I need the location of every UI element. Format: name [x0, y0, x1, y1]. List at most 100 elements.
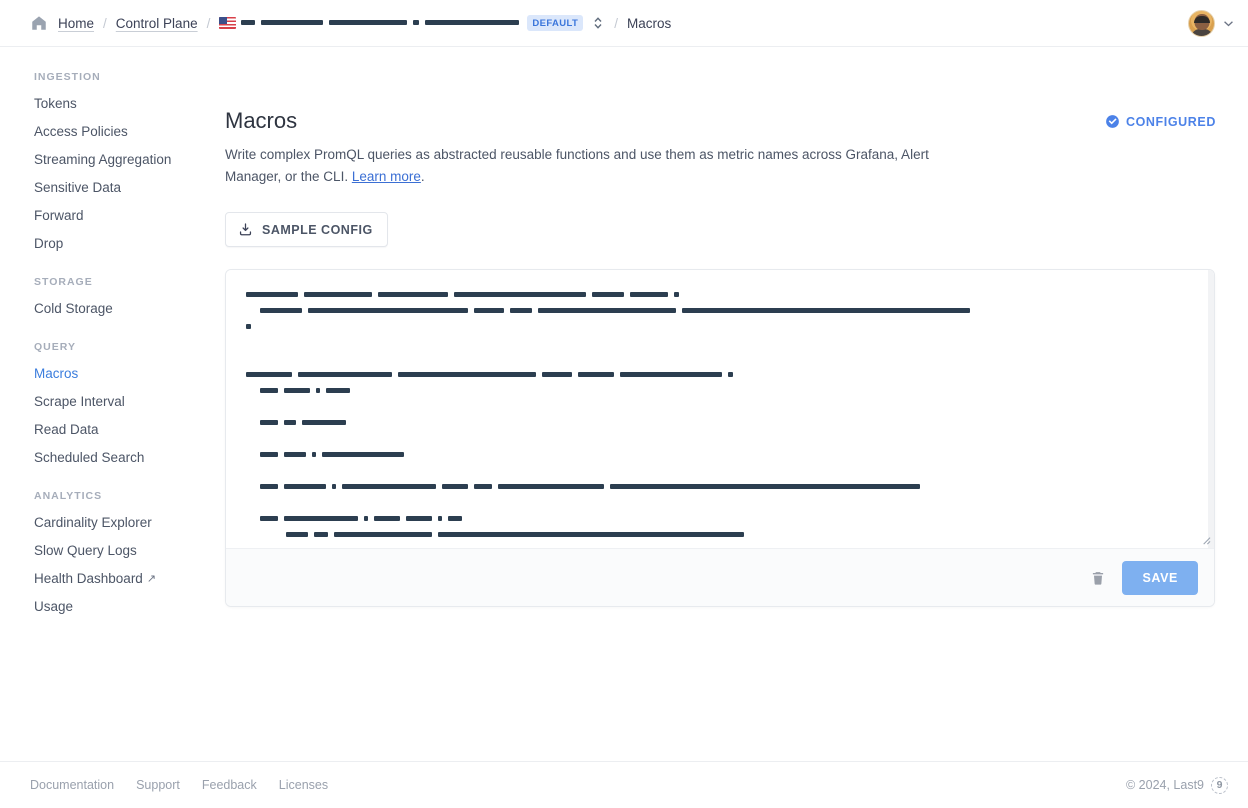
sidebar-item-macros[interactable]: Macros: [0, 360, 225, 388]
code-line: [246, 510, 1200, 526]
breadcrumb-control-plane-link[interactable]: Control Plane: [116, 16, 198, 31]
redacted-text-bar: [454, 292, 586, 298]
redacted-text-bar: [474, 484, 492, 490]
nav-group-gap: [0, 323, 225, 341]
chevron-up-down-icon[interactable]: [591, 14, 605, 32]
redacted-text-bar: [260, 388, 278, 394]
redacted-text-bar: [364, 516, 368, 522]
cluster-selector[interactable]: DEFAULT: [219, 14, 605, 32]
redacted-text-bar: [241, 20, 256, 26]
macros-config-editor[interactable]: [226, 270, 1214, 548]
sidebar-item-scrape-interval[interactable]: Scrape Interval: [0, 388, 225, 416]
avatar[interactable]: [1188, 9, 1215, 37]
last9-logo: 9: [1211, 776, 1228, 794]
sidebar-item-slow-query-logs[interactable]: Slow Query Logs: [0, 537, 225, 565]
redacted-text-bar: [314, 532, 328, 538]
top-bar: Home / Control Plane / DEFAULT / Macros: [0, 0, 1248, 47]
redacted-text-bar: [448, 516, 462, 522]
redacted-text-bar: [342, 484, 436, 490]
sample-config-button[interactable]: SAMPLE CONFIG: [225, 212, 388, 247]
page-description-text-end: .: [420, 169, 425, 184]
code-line: [246, 526, 1200, 542]
redacted-text-bar: [682, 308, 970, 314]
redacted-text-bar: [728, 372, 733, 378]
redacted-text-bar: [326, 388, 350, 394]
learn-more-link[interactable]: Learn more: [352, 169, 421, 184]
code-line: [246, 446, 1200, 462]
footer-links: Documentation Support Feedback Licenses: [30, 778, 1126, 792]
page-body: INGESTION Tokens Access Policies Streaming …: [0, 47, 1248, 761]
sidebar-item-usage[interactable]: Usage: [0, 593, 225, 621]
sidebar-item-cold-storage[interactable]: Cold Storage: [0, 295, 225, 323]
sidebar-item-cardinality-explorer[interactable]: Cardinality Explorer: [0, 509, 225, 537]
external-link-arrow-icon: ↗: [146, 573, 157, 585]
redacted-text-bar: [246, 324, 251, 330]
sidebar-item-streaming-aggregation[interactable]: Streaming Aggregation: [0, 146, 225, 174]
account-menu[interactable]: [1188, 9, 1234, 37]
home-icon[interactable]: [30, 14, 48, 32]
nav-group-gap: [0, 472, 225, 490]
check-circle-icon: [1106, 115, 1119, 128]
sidebar-item-label: Read Data: [34, 422, 99, 437]
footer-link-support[interactable]: Support: [136, 778, 180, 792]
breadcrumb-separator: /: [614, 15, 619, 31]
save-button[interactable]: SAVE: [1122, 560, 1198, 595]
breadcrumb: Home / Control Plane / DEFAULT / Macros: [30, 14, 1188, 32]
download-icon: [239, 223, 252, 236]
redacted-text-bar: [674, 292, 679, 298]
cluster-name-redacted: [241, 14, 525, 32]
redacted-text-bar: [510, 308, 532, 314]
sidebar-item-drop[interactable]: Drop: [0, 230, 225, 258]
sidebar: INGESTION Tokens Access Policies Streaming …: [0, 47, 225, 761]
copyright: © 2024, Last9 9: [1126, 776, 1228, 794]
trash-icon[interactable]: [1090, 570, 1106, 586]
page-header: Macros Write complex PromQL queries as a…: [225, 107, 1216, 188]
sidebar-item-sensitive-data[interactable]: Sensitive Data: [0, 174, 225, 202]
redacted-text-bar: [474, 308, 504, 314]
sidebar-item-label: Macros: [34, 366, 79, 381]
nav-group-gap: [0, 258, 225, 276]
redacted-text-bar: [630, 292, 668, 298]
code-line: [246, 478, 1200, 494]
editor-scrollbar[interactable]: [1208, 270, 1214, 548]
sidebar-item-tokens[interactable]: Tokens: [0, 90, 225, 118]
footer-link-licenses[interactable]: Licenses: [279, 778, 328, 792]
redacted-text-bar: [334, 532, 432, 538]
status-badge: CONFIGURED: [1105, 107, 1216, 129]
redacted-text-bar: [286, 532, 308, 538]
redacted-text-bar: [312, 452, 316, 458]
redacted-text-bar: [284, 388, 310, 394]
redacted-text-bar: [425, 20, 520, 26]
redacted-text-bar: [538, 308, 676, 314]
redacted-text-bar: [578, 372, 614, 378]
redacted-text-bar: [438, 516, 442, 522]
resize-handle-icon[interactable]: [1200, 534, 1211, 545]
sidebar-item-label: Slow Query Logs: [34, 543, 137, 558]
sidebar-item-scheduled-search[interactable]: Scheduled Search: [0, 444, 225, 472]
sidebar-item-label: Usage: [34, 599, 74, 614]
redacted-text-bar: [302, 420, 346, 426]
chevron-down-icon[interactable]: [1223, 20, 1234, 27]
footer-link-documentation[interactable]: Documentation: [30, 778, 114, 792]
editor-footer: SAVE: [226, 548, 1214, 606]
sidebar-item-label: Cardinality Explorer: [34, 515, 152, 530]
sidebar-item-forward[interactable]: Forward: [0, 202, 225, 230]
sidebar-item-health-dashboard[interactable]: Health Dashboard ↗: [0, 565, 225, 593]
redacted-text-bar: [592, 292, 624, 298]
sidebar-item-access-policies[interactable]: Access Policies: [0, 118, 225, 146]
nav-group-title-analytics: ANALYTICS: [34, 490, 103, 502]
sidebar-item-label: Sensitive Data: [34, 180, 122, 195]
redacted-text-bar: [304, 292, 372, 298]
redacted-text-bar: [308, 308, 468, 314]
redacted-text-bar: [260, 452, 278, 458]
redacted-text-bar: [374, 516, 400, 522]
breadcrumb-home-link[interactable]: Home: [58, 16, 94, 31]
redacted-text-bar: [442, 484, 468, 490]
sidebar-item-read-data[interactable]: Read Data: [0, 416, 225, 444]
sidebar-item-label: Health Dashboard: [34, 571, 143, 586]
footer-link-feedback[interactable]: Feedback: [202, 778, 257, 792]
redacted-text-bar: [438, 532, 744, 538]
